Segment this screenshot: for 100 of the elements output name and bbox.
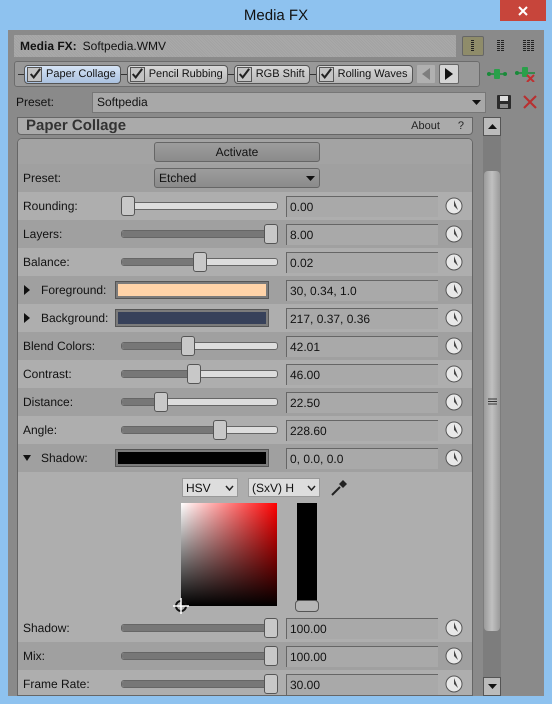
- value-field[interactable]: 8.00: [286, 224, 438, 244]
- help-link[interactable]: ?: [458, 120, 464, 132]
- parameter-label: Distance:: [22, 395, 74, 409]
- color-swatch[interactable]: [116, 450, 268, 466]
- slider-track[interactable]: [121, 618, 278, 638]
- value-thumb[interactable]: [295, 600, 319, 612]
- scrollbar[interactable]: [483, 117, 501, 696]
- slider-track[interactable]: [121, 420, 278, 440]
- keyframe-clock-icon[interactable]: [445, 337, 463, 355]
- left-triangle-icon: [420, 68, 431, 80]
- keyframe-clock-icon[interactable]: [445, 309, 463, 327]
- slider-thumb[interactable]: [121, 196, 135, 216]
- value-field[interactable]: 42.01: [286, 336, 438, 356]
- keyframe-clock-icon[interactable]: [445, 197, 463, 215]
- close-button[interactable]: [500, 0, 546, 21]
- slider-thumb[interactable]: [264, 674, 278, 694]
- slider-thumb[interactable]: [186, 364, 201, 384]
- eyedropper-icon[interactable]: [330, 478, 348, 496]
- crosshair-icon[interactable]: [173, 598, 189, 614]
- effect-tab[interactable]: RGB Shift: [234, 64, 310, 84]
- color-swatch[interactable]: [116, 282, 268, 298]
- color-axis-dropdown[interactable]: (SxV) H: [248, 478, 320, 497]
- slider-track[interactable]: [121, 336, 278, 356]
- slider-track[interactable]: [121, 674, 278, 694]
- keyframe-clock-icon[interactable]: [445, 619, 463, 637]
- media-label: Media FX:: [20, 39, 77, 53]
- effect-tab[interactable]: Paper Collage: [24, 64, 121, 84]
- checkbox[interactable]: [318, 66, 334, 82]
- view-mode-button[interactable]: [462, 36, 484, 56]
- value-field[interactable]: 0.00: [286, 196, 438, 216]
- expanded-triangle-icon[interactable]: [23, 453, 31, 463]
- parameter-label: Balance:: [22, 255, 71, 269]
- scrollbar-thumb[interactable]: [484, 171, 500, 631]
- collapsed-triangle-icon[interactable]: [23, 313, 31, 323]
- slider-thumb[interactable]: [154, 392, 168, 412]
- slider-track[interactable]: [121, 646, 278, 666]
- effect-tab[interactable]: Rolling Waves: [316, 64, 413, 84]
- checkmark-icon: [131, 68, 144, 80]
- save-icon[interactable]: [496, 94, 512, 110]
- checkmark-icon: [238, 68, 250, 80]
- value-field[interactable]: 217, 0.37, 0.36: [286, 308, 438, 328]
- columns-icon: [522, 40, 536, 52]
- slider-track[interactable]: [121, 252, 278, 272]
- grip-icon: [488, 398, 496, 404]
- value-field[interactable]: 22.50: [286, 392, 438, 412]
- activate-button[interactable]: Activate: [154, 142, 320, 162]
- keyframe-clock-icon[interactable]: [445, 647, 463, 665]
- parameter-label: Shadow:: [22, 621, 71, 635]
- keyframe-clock-icon[interactable]: [445, 365, 463, 383]
- slider-track[interactable]: [121, 196, 278, 216]
- value-field[interactable]: 30.00: [286, 674, 438, 694]
- value-field[interactable]: 100.00: [286, 646, 438, 666]
- slider-thumb[interactable]: [264, 618, 278, 638]
- keyframe-clock-icon[interactable]: [445, 253, 463, 271]
- parameter-label: Layers:: [22, 227, 64, 241]
- keyframe-clock-icon[interactable]: [445, 449, 463, 467]
- collapsed-triangle-icon[interactable]: [23, 285, 31, 295]
- slider-thumb[interactable]: [192, 252, 206, 272]
- keyframe-clock-icon[interactable]: [445, 421, 463, 439]
- slider-thumb[interactable]: [181, 336, 196, 356]
- slider-thumb[interactable]: [212, 420, 227, 440]
- keyframe-clock-icon[interactable]: [445, 393, 463, 411]
- parameter-label: Foreground:: [41, 283, 106, 297]
- about-link[interactable]: About: [411, 120, 440, 132]
- preset-dropdown[interactable]: Etched: [154, 168, 320, 188]
- effect-tab[interactable]: Pencil Rubbing: [126, 64, 228, 84]
- color-swatch[interactable]: [116, 310, 268, 326]
- saturation-value-square[interactable]: [181, 503, 277, 606]
- next-button[interactable]: [438, 64, 459, 84]
- preset-dropdown[interactable]: Softpedia: [92, 92, 486, 112]
- slider-track[interactable]: [121, 224, 278, 244]
- columns-icon: [496, 40, 506, 52]
- checkmark-icon: [28, 68, 40, 80]
- value-bar[interactable]: [295, 503, 319, 612]
- parameter-label: Preset:: [22, 171, 62, 185]
- parameter-label: Shadow:: [41, 451, 88, 465]
- slider-thumb[interactable]: [264, 646, 278, 666]
- value-field[interactable]: 228.60: [286, 420, 438, 440]
- keyframe-clock-icon[interactable]: [445, 225, 463, 243]
- parameter-label: Angle:: [22, 423, 58, 437]
- value-field[interactable]: 100.00: [286, 618, 438, 638]
- checkbox[interactable]: [27, 66, 42, 82]
- keyframe-clock-icon[interactable]: [445, 675, 463, 693]
- slider-thumb[interactable]: [264, 224, 278, 244]
- keyframe-clock-icon[interactable]: [445, 281, 463, 299]
- parameter-label: Frame Rate:: [22, 677, 91, 691]
- window-title: Media FX: [244, 6, 308, 24]
- slider-track[interactable]: [121, 392, 278, 412]
- parameter-label: Background:: [41, 311, 108, 325]
- value-field[interactable]: 46.00: [286, 364, 438, 384]
- checkbox[interactable]: [236, 66, 252, 82]
- checkbox[interactable]: [130, 66, 145, 82]
- slider-track[interactable]: [121, 364, 278, 384]
- value-field[interactable]: 30, 0.34, 1.0: [286, 280, 438, 300]
- value-field[interactable]: 0.02: [286, 252, 438, 272]
- columns-icon: [470, 40, 476, 52]
- color-model-dropdown[interactable]: HSV: [182, 478, 238, 497]
- up-triangle-icon: [488, 124, 496, 129]
- value-field[interactable]: 0, 0.0, 0.0: [286, 448, 438, 468]
- parameter-label: Contrast:: [22, 367, 73, 381]
